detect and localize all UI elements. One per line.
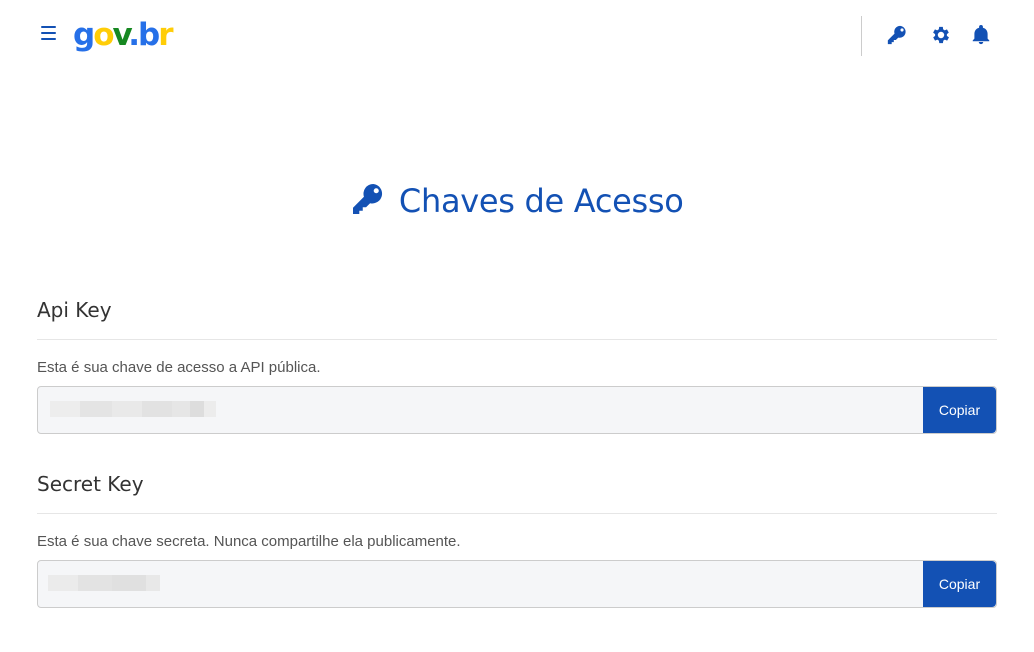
header-divider — [861, 16, 862, 56]
api-key-copy-button[interactable]: Copiar — [923, 387, 996, 433]
secret-key-description: Esta é sua chave secreta. Nunca comparti… — [37, 533, 461, 550]
bell-icon[interactable] — [970, 24, 992, 46]
key-icon[interactable] — [886, 24, 908, 46]
redacted-value — [48, 575, 160, 591]
secret-key-heading: Secret Key — [37, 472, 144, 496]
top-bar: gov.br — [0, 0, 1034, 72]
redacted-value — [50, 401, 216, 417]
secret-key-field[interactable]: Copiar — [37, 560, 997, 608]
section-divider — [37, 513, 997, 514]
hamburger-menu-icon[interactable] — [40, 26, 60, 46]
gear-icon[interactable] — [930, 24, 952, 46]
page-header: Chaves de Acesso — [0, 182, 1034, 220]
api-key-section: Api Key Esta é sua chave de acesso a API… — [37, 298, 997, 434]
page-title: Chaves de Acesso — [398, 182, 684, 220]
api-key-field[interactable]: Copiar — [37, 386, 997, 434]
section-divider — [37, 339, 997, 340]
key-icon — [350, 181, 386, 217]
govbr-logo[interactable]: gov.br — [73, 13, 174, 57]
api-key-heading: Api Key — [37, 298, 112, 322]
secret-key-copy-button[interactable]: Copiar — [923, 561, 996, 607]
api-key-description: Esta é sua chave de acesso a API pública… — [37, 359, 321, 376]
secret-key-section: Secret Key Esta é sua chave secreta. Nun… — [37, 472, 997, 608]
